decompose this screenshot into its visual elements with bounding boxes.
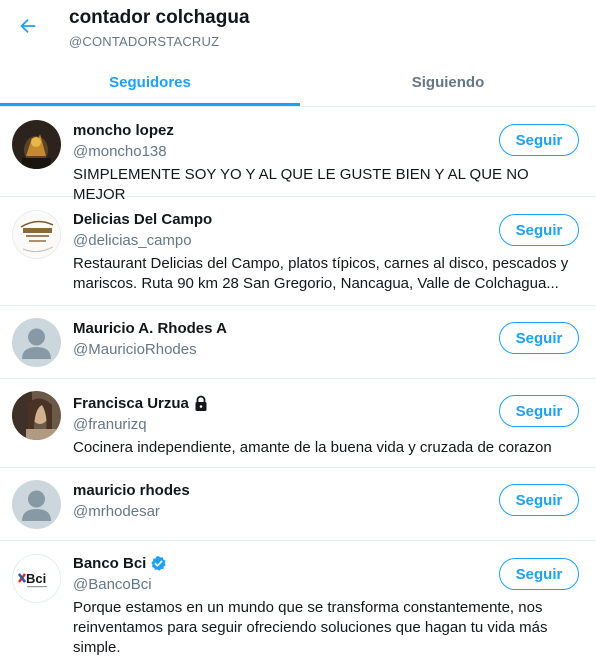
follow-button[interactable]: Seguir bbox=[499, 395, 579, 427]
user-handle: @moncho138 bbox=[73, 143, 167, 160]
list-item[interactable]: Delicias Del Campo @delicias_campo Resta… bbox=[0, 197, 596, 306]
back-button[interactable] bbox=[14, 12, 42, 40]
lock-icon bbox=[193, 395, 209, 412]
default-avatar-icon bbox=[12, 318, 61, 367]
list-item[interactable]: moncho lopez @moncho138 SIMPLEMENTE SOY … bbox=[0, 107, 596, 203]
page-header: contador colchagua @CONTADORSTACRUZ bbox=[0, 0, 596, 58]
list-item[interactable]: Mauricio A. Rhodes A @MauricioRhodes Seg… bbox=[0, 306, 596, 379]
active-tab-indicator bbox=[0, 103, 300, 106]
list-item[interactable]: Francisca Urzua @franurizq Cocinera inde… bbox=[0, 379, 596, 468]
user-handle: @mrhodesar bbox=[73, 503, 160, 520]
page-title: contador colchagua bbox=[69, 7, 250, 28]
follow-button[interactable]: Seguir bbox=[499, 558, 579, 590]
avatar[interactable] bbox=[12, 480, 61, 529]
avatar[interactable] bbox=[12, 318, 61, 367]
avatar[interactable]: Bci bbox=[12, 554, 61, 603]
tab-bar: Seguidores Siguiendo bbox=[0, 58, 596, 107]
user-name[interactable]: Banco Bci bbox=[73, 555, 146, 572]
page-handle: @CONTADORSTACRUZ bbox=[69, 34, 220, 49]
user-handle: @franurizq bbox=[73, 416, 147, 433]
user-handle: @delicias_campo bbox=[73, 232, 192, 249]
user-name[interactable]: Delicias Del Campo bbox=[73, 211, 212, 228]
user-handle: @BancoBci bbox=[73, 576, 152, 593]
list-item[interactable]: mauricio rhodes @mrhodesar Seguir bbox=[0, 468, 596, 541]
user-bio: Cocinera independiente, amante de la bue… bbox=[73, 439, 552, 456]
follow-button[interactable]: Seguir bbox=[499, 322, 579, 354]
user-list: moncho lopez @moncho138 SIMPLEMENTE SOY … bbox=[0, 107, 596, 668]
user-bio: Restaurant Delicias del Campo, platos tí… bbox=[73, 255, 569, 292]
avatar[interactable] bbox=[12, 210, 61, 259]
follow-button[interactable]: Seguir bbox=[499, 214, 579, 246]
default-avatar-icon bbox=[12, 480, 61, 529]
list-item[interactable]: Bci Banco Bci @BancoBci Porque estamos e… bbox=[0, 541, 596, 668]
user-name[interactable]: Francisca Urzua bbox=[73, 395, 189, 412]
user-name[interactable]: mauricio rhodes bbox=[73, 482, 190, 499]
arrow-left-icon bbox=[20, 18, 36, 34]
user-name[interactable]: moncho lopez bbox=[73, 122, 174, 139]
user-bio: Porque estamos en un mundo que se transf… bbox=[73, 599, 548, 656]
avatar[interactable] bbox=[12, 391, 61, 440]
avatar[interactable] bbox=[12, 120, 61, 169]
tab-seguidores[interactable]: Seguidores bbox=[0, 58, 300, 106]
user-handle: @MauricioRhodes bbox=[73, 341, 197, 358]
user-name[interactable]: Mauricio A. Rhodes A bbox=[73, 320, 227, 337]
verified-badge-icon bbox=[150, 555, 167, 572]
svg-text:Bci: Bci bbox=[26, 571, 46, 586]
bci-logo: Bci bbox=[13, 555, 60, 602]
follow-button[interactable]: Seguir bbox=[499, 124, 579, 156]
tab-siguiendo[interactable]: Siguiendo bbox=[300, 58, 596, 106]
follow-button[interactable]: Seguir bbox=[499, 484, 579, 516]
